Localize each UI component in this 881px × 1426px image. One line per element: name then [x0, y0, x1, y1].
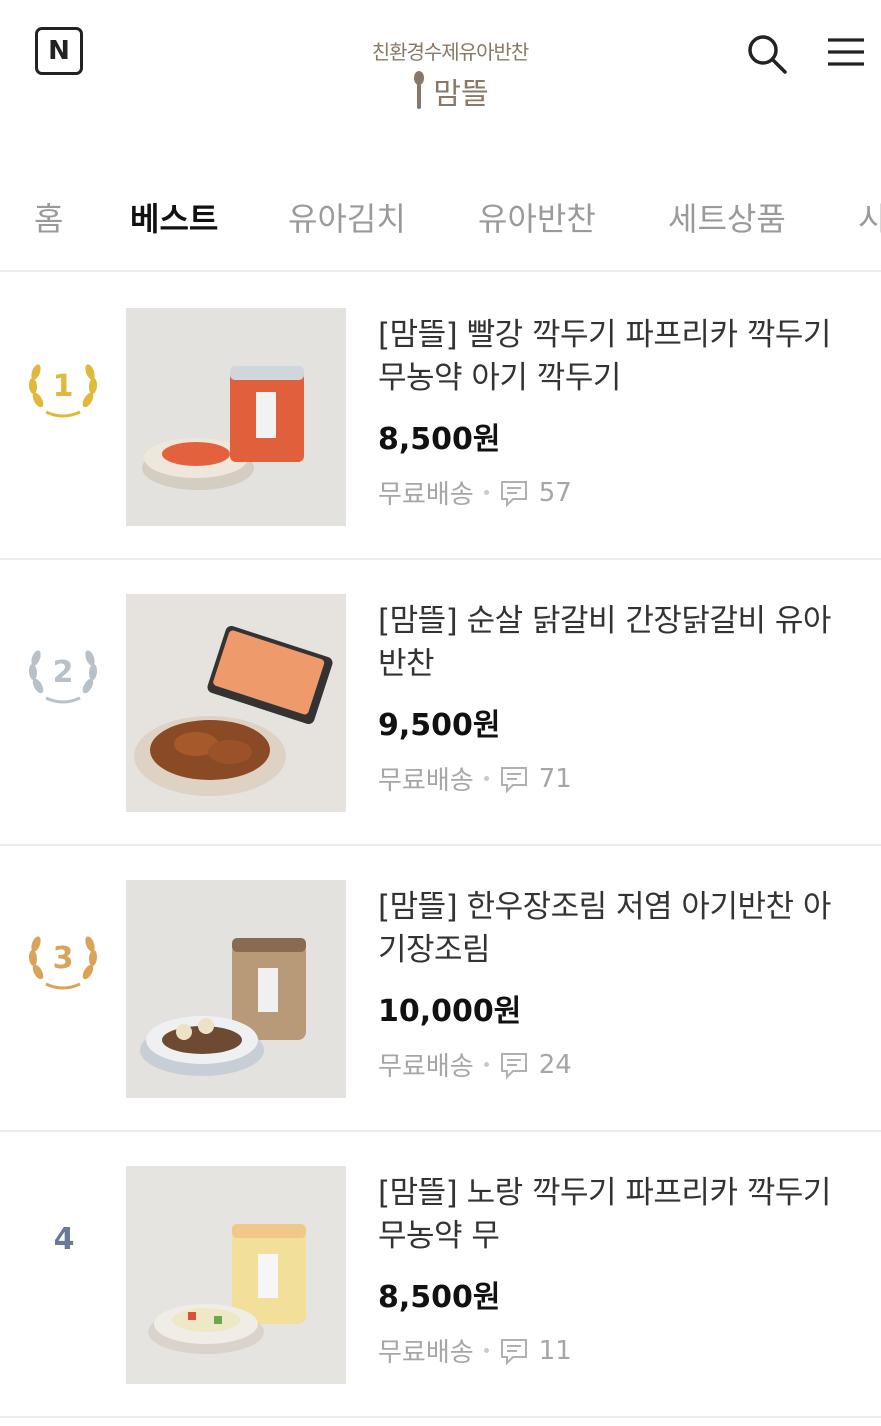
store-brand-logo[interactable]: 친환경수제유아반찬 맘뜰 [330, 36, 570, 113]
product-thumbnail[interactable] [126, 1166, 346, 1384]
separator-dot [483, 776, 489, 781]
product-price: 8,500원 [378, 1280, 501, 1315]
product-meta: 무료배송 24 [378, 1046, 572, 1083]
product-thumbnail[interactable] [126, 880, 346, 1098]
product-thumbnail[interactable] [126, 308, 346, 526]
review-count: 57 [538, 477, 572, 508]
shipping-label: 무료배송 [378, 766, 474, 796]
tab-home[interactable]: 홈 [34, 194, 63, 240]
product-thumbnail[interactable] [126, 594, 346, 812]
rank-number: 1 [52, 368, 74, 404]
rank-badge: 3 [24, 922, 104, 994]
product-title[interactable]: [맘뜰] 노랑 깍두기 파프리카 깍두기 무농약 무 [378, 1172, 848, 1258]
separator-dot [483, 490, 489, 495]
separator-dot [483, 1062, 489, 1067]
spoon-icon [411, 71, 427, 111]
review-count: 71 [538, 763, 572, 794]
tab-more[interactable]: 시 [858, 194, 881, 240]
product-list-item[interactable]: 1 [맘뜰] 빨강 깍두기 파프리카 깍두기 무농약 아기 깍두기 8,500원… [0, 274, 881, 560]
product-price: 10,000원 [378, 994, 522, 1029]
product-meta: 무료배송 71 [378, 760, 572, 797]
separator-dot [483, 1348, 489, 1353]
review-count: 11 [538, 1335, 572, 1366]
product-price: 9,500원 [378, 708, 501, 743]
rank-badge: 1 [24, 350, 104, 422]
product-info: [맘뜰] 빨강 깍두기 파프리카 깍두기 무농약 아기 깍두기 8,500원 무… [378, 314, 848, 510]
rank-number: 4 [53, 1222, 75, 1257]
product-title[interactable]: [맘뜰] 순살 닭갈비 간장닭갈비 유아반찬 [378, 600, 848, 686]
search-icon[interactable] [745, 32, 789, 76]
comment-icon [500, 766, 527, 793]
brand-name: 맘뜰 [433, 77, 489, 112]
product-list-item[interactable]: 2 [맘뜰] 순살 닭갈비 간장닭갈비 유아반찬 9,500원 무료배송 71 [0, 560, 881, 846]
tab-kids-side-dish[interactable]: 유아반찬 [478, 194, 596, 240]
review-count: 24 [538, 1049, 572, 1080]
tab-kids-kimchi[interactable]: 유아김치 [288, 194, 406, 240]
product-meta: 무료배송 11 [378, 1332, 572, 1369]
product-info: [맘뜰] 순살 닭갈비 간장닭갈비 유아반찬 9,500원 무료배송 71 [378, 600, 848, 796]
category-tabs: 홈 베스트 유아김치 유아반찬 세트상품 시 [0, 180, 881, 272]
rank-number: 3 [52, 940, 74, 976]
brand-subtitle: 친환경수제유아반찬 [371, 40, 530, 64]
naver-logo-letter: N [48, 36, 70, 66]
product-price: 8,500원 [378, 422, 501, 457]
app-header: N 친환경수제유아반찬 맘뜰 [0, 0, 881, 160]
product-list-item[interactable]: 3 [맘뜰] 한우장조림 저염 아기반찬 아기장조림 10,000원 무료배송 … [0, 846, 881, 1132]
hamburger-menu-icon[interactable] [826, 36, 866, 68]
tab-best[interactable]: 베스트 [130, 194, 218, 240]
rank-badge: 2 [24, 636, 104, 708]
naver-logo-button[interactable]: N [35, 27, 83, 75]
product-title[interactable]: [맘뜰] 빨강 깍두기 파프리카 깍두기 무농약 아기 깍두기 [378, 314, 848, 400]
comment-icon [500, 1052, 527, 1079]
product-list-item[interactable]: 4 [맘뜰] 노랑 깍두기 파프리카 깍두기 무농약 무 8,500원 무료배송… [0, 1132, 881, 1418]
shipping-label: 무료배송 [378, 1052, 474, 1082]
comment-icon [500, 480, 527, 507]
product-meta: 무료배송 57 [378, 474, 572, 511]
product-info: [맘뜰] 노랑 깍두기 파프리카 깍두기 무농약 무 8,500원 무료배송 1… [378, 1172, 848, 1368]
product-info: [맘뜰] 한우장조림 저염 아기반찬 아기장조림 10,000원 무료배송 24 [378, 886, 848, 1082]
comment-icon [500, 1338, 527, 1365]
shipping-label: 무료배송 [378, 480, 474, 510]
brand-name-row: 맘뜰 [330, 69, 570, 113]
product-title[interactable]: [맘뜰] 한우장조림 저염 아기반찬 아기장조림 [378, 886, 848, 972]
shipping-label: 무료배송 [378, 1338, 474, 1368]
rank-number: 2 [52, 654, 74, 690]
tab-set-products[interactable]: 세트상품 [668, 194, 786, 240]
